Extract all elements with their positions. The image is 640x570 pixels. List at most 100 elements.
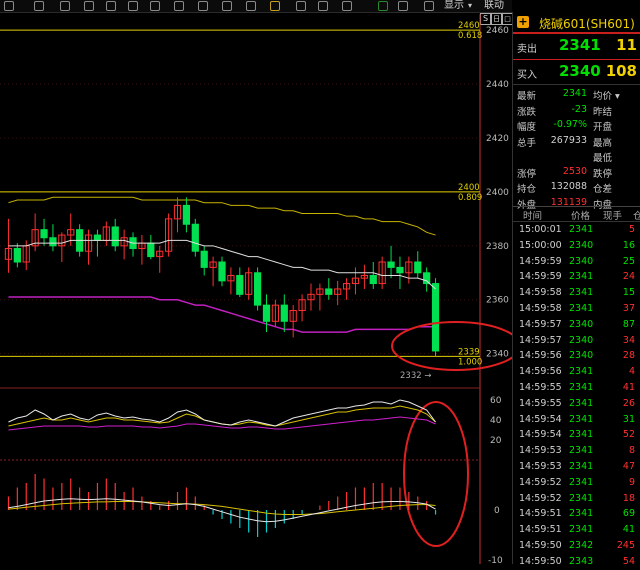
lock-icon[interactable] xyxy=(246,1,256,11)
bar-icon[interactable] xyxy=(106,1,116,11)
chart-icon[interactable] xyxy=(342,1,352,11)
candle-body xyxy=(111,226,119,247)
tick-time: 14:59:58 xyxy=(519,303,562,314)
link-icon[interactable] xyxy=(398,1,408,11)
tick-time: 14:59:59 xyxy=(519,255,562,267)
tick-time: 15:00:00 xyxy=(519,239,562,251)
tick-row: 14:59:59 2340 25 xyxy=(513,254,640,270)
arrow-icon[interactable] xyxy=(4,1,14,11)
tick-price: 2343 xyxy=(569,555,594,567)
settings-icon[interactable] xyxy=(150,1,160,11)
y-tick-label: 2440 xyxy=(486,80,509,90)
cross-icon[interactable] xyxy=(60,1,70,11)
tick-volume: 87 xyxy=(622,318,635,330)
tick-row: 14:59:57 2340 87 xyxy=(513,317,640,333)
tick-price: 2341 xyxy=(569,397,594,409)
tick-row: 14:59:56 2341 4 xyxy=(513,364,640,380)
tick-time: 14:59:59 xyxy=(519,271,562,283)
y-tick-label: 2460 xyxy=(486,26,509,36)
tick-volume: 4 xyxy=(628,366,635,378)
annotation-ellipse xyxy=(391,321,512,371)
tick-volume: 8 xyxy=(628,445,635,457)
candle-body xyxy=(325,288,333,295)
tick-row: 14:59:52 2341 18 xyxy=(513,491,640,507)
display-menu[interactable]: 显示 xyxy=(444,0,464,12)
tick-time: 14:59:54 xyxy=(519,429,562,441)
candle-body xyxy=(369,274,377,285)
text-icon[interactable] xyxy=(198,1,208,11)
symbol-header: + 烧碱601(SH601) xyxy=(513,12,640,34)
stat-value: 2530 xyxy=(562,165,587,177)
candle-body xyxy=(93,234,102,241)
ma-magenta-line xyxy=(8,296,436,333)
tick-price: 2340 xyxy=(569,334,594,346)
tick-row: 14:59:51 2341 69 xyxy=(513,506,640,522)
draw-icon[interactable] xyxy=(174,1,184,11)
buy-label: 买入 xyxy=(517,70,537,81)
tick-price: 2341 xyxy=(569,303,594,314)
tick-row: 14:59:55 2341 41 xyxy=(513,380,640,396)
stat-value: 2341 xyxy=(562,88,587,99)
stat-value: 132088 xyxy=(550,181,587,192)
stat-row: 涨跌 -23 昨结 xyxy=(513,101,640,118)
add-icon[interactable]: + xyxy=(517,16,529,28)
tick-row: 14:59:53 2341 8 xyxy=(513,443,640,459)
tick-price: 2341 xyxy=(569,413,594,425)
kline-chart[interactable]: 246024402420240023802360234024600.618240… xyxy=(0,14,512,564)
candle-body xyxy=(49,237,57,247)
tick-time: 15:00:01 xyxy=(519,224,562,235)
tick-volume: 24 xyxy=(622,271,635,283)
zoom-icon[interactable] xyxy=(34,1,44,11)
lightning-icon[interactable] xyxy=(318,1,328,11)
tick-price: 2341 xyxy=(569,508,594,520)
tick-volume: 69 xyxy=(622,508,635,520)
tick-time: 14:59:52 xyxy=(519,476,562,488)
stat-row: 涨停 2530 跌停 xyxy=(513,163,640,180)
tick-volume: 31 xyxy=(622,413,635,425)
candle-body xyxy=(280,304,288,322)
candle-body xyxy=(387,261,395,268)
tick-volume: 26 xyxy=(622,397,635,409)
tick-row: 14:59:55 2341 26 xyxy=(513,396,640,412)
tick-time: 14:59:52 xyxy=(519,492,562,504)
sell-label: 卖出 xyxy=(517,44,537,55)
candle-body xyxy=(13,248,21,263)
tick-price: 2340 xyxy=(569,350,594,362)
tick-price: 2341 xyxy=(569,445,594,457)
tick-row: 14:59:51 2341 41 xyxy=(513,522,640,538)
tick-volume: 15 xyxy=(622,287,635,299)
tick-volume: 52 xyxy=(622,429,635,441)
tick-price: 2341 xyxy=(569,271,594,283)
y-tick-label: 2360 xyxy=(486,296,509,306)
tree-icon[interactable] xyxy=(378,1,388,11)
stat-row: 最新 2341 均价 ▾ xyxy=(513,85,640,102)
bulb-icon[interactable] xyxy=(270,1,280,11)
fib-ratio-label: 0.809 xyxy=(458,193,482,203)
list-icon[interactable] xyxy=(84,1,94,11)
display-chevron-icon[interactable]: ▾ xyxy=(468,1,476,11)
stat-value: -23 xyxy=(571,103,587,115)
y-tick-label: 2420 xyxy=(486,134,509,144)
tick-time: 14:59:51 xyxy=(519,508,562,520)
tick-time: 14:59:54 xyxy=(519,413,562,425)
tick-time: 14:59:50 xyxy=(519,555,562,567)
tick-volume: 245 xyxy=(616,540,635,551)
tick-row: 14:59:56 2340 28 xyxy=(513,348,640,364)
tick-time: 14:59:57 xyxy=(519,318,562,330)
tick-time: 14:59:58 xyxy=(519,287,562,299)
stat-row: 总手 267933 最高 xyxy=(513,132,640,149)
osc-tick-label: 20 xyxy=(490,436,502,446)
layout-icon[interactable] xyxy=(222,1,232,11)
tick-time: 14:59:56 xyxy=(519,350,562,362)
candle-body xyxy=(200,250,208,268)
col-volume: 现手 xyxy=(603,211,623,222)
tick-row: 15:00:00 2340 16 xyxy=(513,238,640,254)
macd-tick-label: -10 xyxy=(488,556,503,564)
tick-price: 2340 xyxy=(569,239,594,251)
eye-icon[interactable] xyxy=(296,1,306,11)
link-menu[interactable]: 联动 xyxy=(484,0,504,12)
col-position: 仓 xyxy=(633,211,640,222)
tick-row: 14:59:54 2341 52 xyxy=(513,427,640,443)
star-icon[interactable] xyxy=(128,1,138,11)
grid-icon[interactable] xyxy=(424,1,434,11)
